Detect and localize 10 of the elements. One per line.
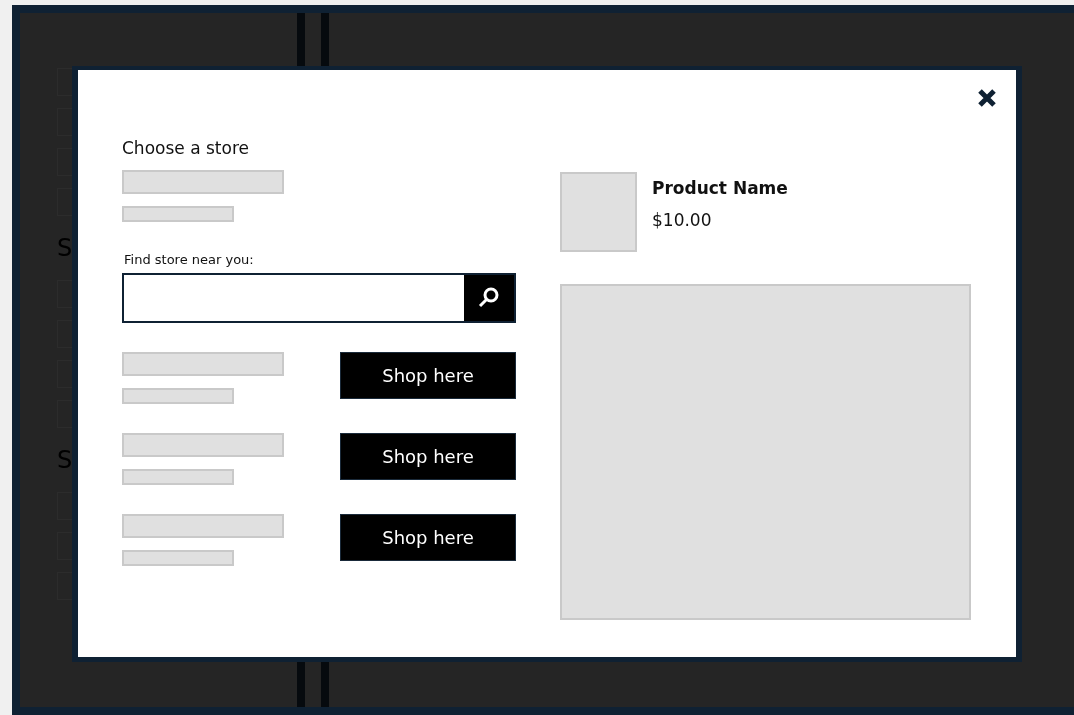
dialog-title: Choose a store [122,138,250,158]
shop-here-button[interactable]: Shop here [340,433,516,480]
close-icon[interactable] [977,88,997,108]
shop-here-button[interactable]: Shop here [340,352,516,399]
search-button[interactable] [464,275,514,321]
product-price: $10.00 [652,210,713,230]
search-field[interactable] [122,273,516,323]
search-label: Find store near you: [124,252,255,267]
product-name: Product Name [652,178,788,198]
shop-here-button[interactable]: Shop here [340,514,516,561]
